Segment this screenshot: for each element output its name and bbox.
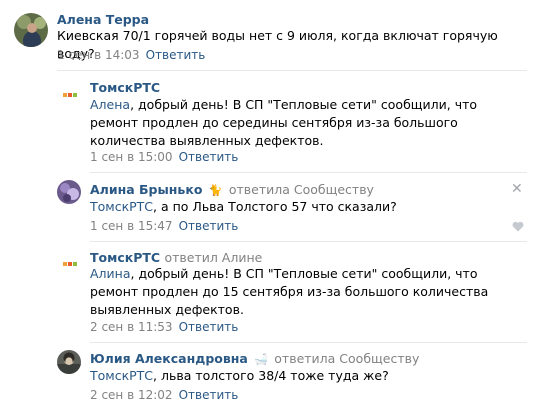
divider [90, 241, 527, 242]
avatar[interactable] [57, 350, 81, 374]
bathtub-emoji-icon: 🛁 [254, 353, 268, 366]
comment-author[interactable]: Алена Терра [57, 12, 149, 27]
divider [90, 342, 527, 343]
comment-date[interactable]: 1 сен в 15:00 [90, 150, 173, 164]
reply-address[interactable]: Алена [90, 97, 130, 112]
comment-text: ТомскРТС, льва толстого 38/4 тоже туда ж… [90, 368, 389, 383]
avatar[interactable] [57, 78, 91, 112]
comment-date[interactable]: 1 сен в 14:03 [57, 48, 140, 62]
comment-date[interactable]: 2 сен в 11:53 [90, 320, 173, 334]
comment-author[interactable]: Юлия Александровна 🛁 ответила Сообществу [90, 351, 419, 366]
comment-meta: 1 сен в 15:00 Ответить [90, 150, 238, 164]
comment-author[interactable]: ТомскРТС [90, 80, 160, 95]
replied-to[interactable]: ответил Алине [164, 250, 262, 265]
avatar[interactable] [57, 180, 81, 204]
comment-meta: 2 сен в 11:53 Ответить [90, 320, 238, 334]
tomskrts-logo-icon [63, 262, 77, 266]
reply-button[interactable]: Ответить [179, 320, 239, 334]
comment-author[interactable]: Алина Брынько 🐈 ответила Сообществу [90, 182, 374, 197]
comment-meta: 1 сен в 15:47 Ответить [90, 219, 238, 233]
divider [90, 172, 527, 173]
replied-to[interactable]: ответила Сообществу [274, 351, 419, 366]
avatar[interactable] [57, 248, 91, 282]
reply-address[interactable]: ТомскРТС [90, 199, 153, 214]
divider [57, 70, 527, 71]
comment-date[interactable]: 2 сен в 12:02 [90, 388, 173, 402]
avatar[interactable] [14, 13, 48, 47]
cat-emoji-icon: 🐈 [208, 184, 223, 197]
reply-button[interactable]: Ответить [179, 150, 239, 164]
heart-icon[interactable] [512, 221, 524, 232]
comment-author[interactable]: ТомскРТС ответил Алине [90, 250, 262, 265]
reply-button[interactable]: Ответить [179, 388, 239, 402]
reply-address[interactable]: Алина [90, 266, 131, 281]
comment-meta: 2 сен в 12:02 Ответить [90, 388, 238, 402]
comment-date[interactable]: 1 сен в 15:47 [90, 219, 173, 233]
comment-meta: 1 сен в 14:03 Ответить [57, 48, 205, 62]
tomskrts-logo-icon [63, 93, 77, 97]
comment-text: ТомскРТС, а по Льва Толстого 57 что сказ… [90, 199, 397, 214]
comment-text: Алина, добрый день! В СП "Тепловые сети"… [90, 266, 489, 317]
replied-to[interactable]: ответила Сообществу [229, 182, 374, 197]
comment-text: Алена, добрый день! В СП "Тепловые сети"… [90, 97, 478, 148]
reply-button[interactable]: Ответить [179, 219, 239, 233]
reply-address[interactable]: ТомскРТС [90, 368, 153, 383]
close-icon[interactable]: ✕ [511, 181, 523, 197]
reply-button[interactable]: Ответить [146, 48, 206, 62]
